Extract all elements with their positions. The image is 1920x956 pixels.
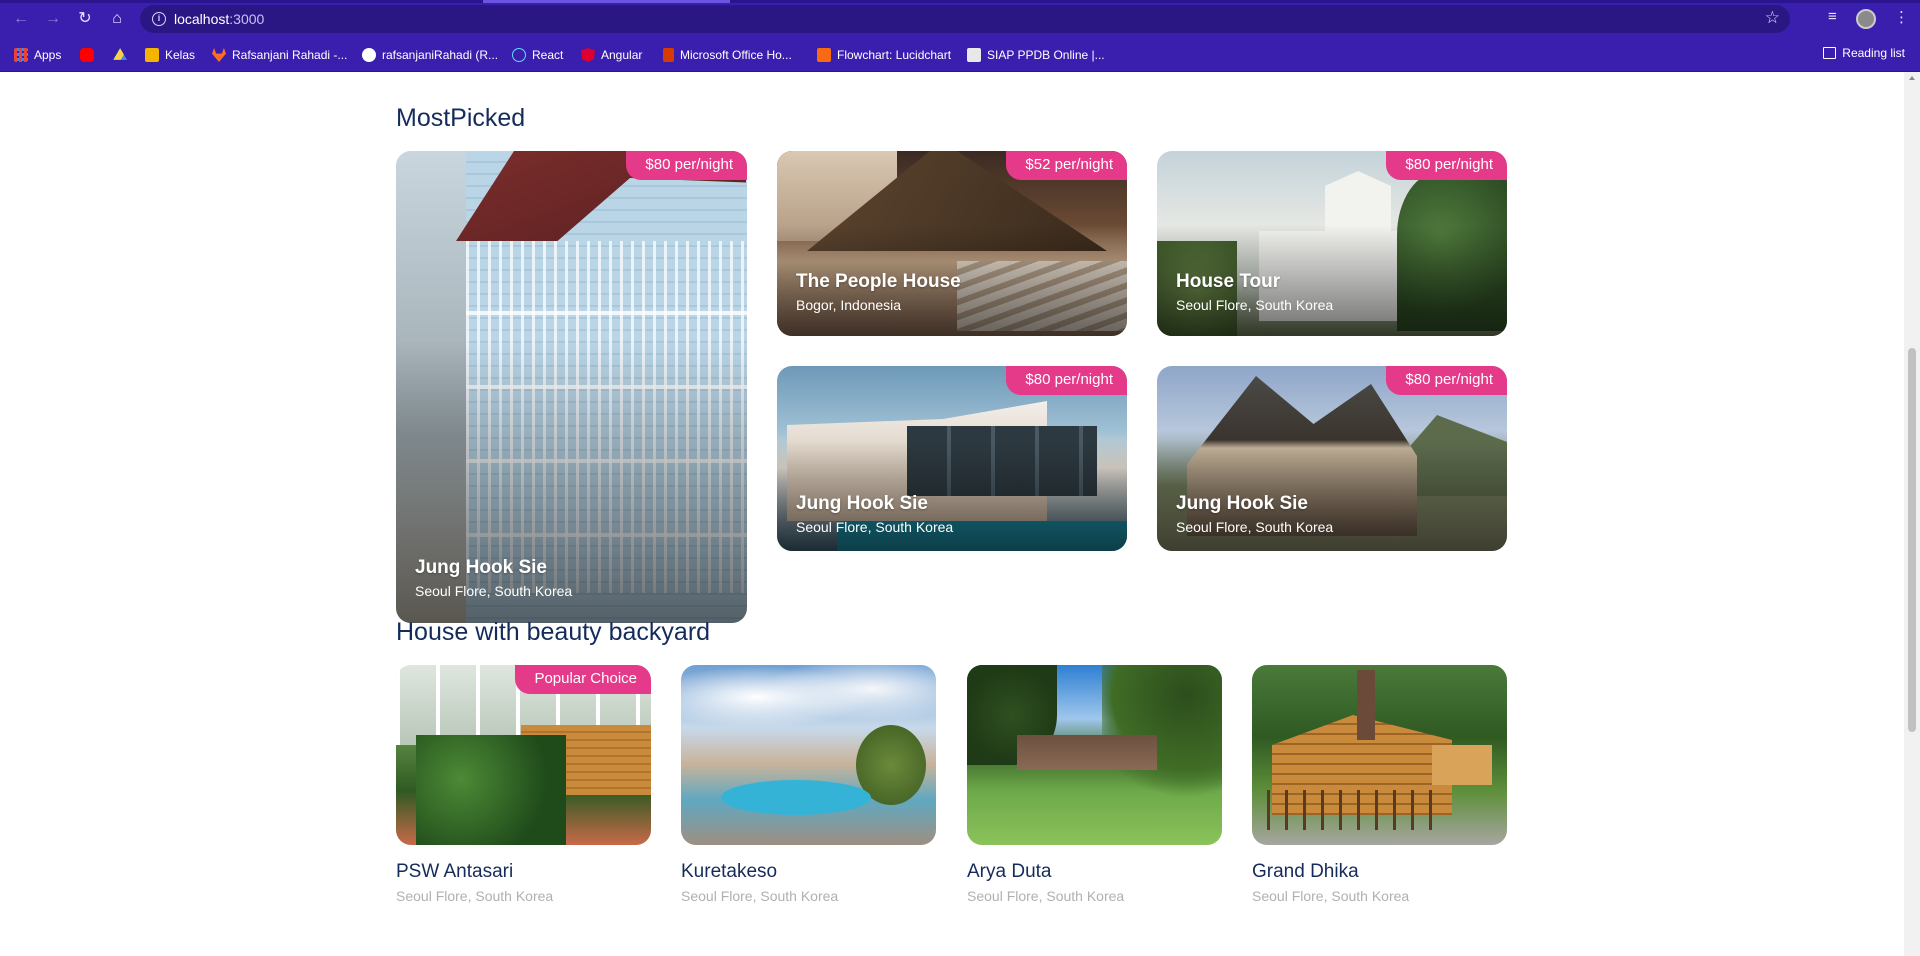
- scroll-up-icon[interactable]: [1909, 76, 1915, 80]
- house-name[interactable]: Jung Hook Sie: [415, 557, 547, 579]
- bookmark-label: Apps: [34, 48, 62, 62]
- card-image-deck: [1267, 790, 1437, 830]
- bookmark-star-icon[interactable]: ☆: [1765, 8, 1780, 28]
- url-text[interactable]: localhost:3000: [174, 11, 264, 27]
- most-picked-card-1[interactable]: $80 per/night Jung Hook Sie Seoul Flore,…: [396, 151, 747, 623]
- youtube-icon: [80, 48, 94, 62]
- house-location: Seoul Flore, South Korea: [1176, 297, 1334, 313]
- house-name[interactable]: Arya Duta: [967, 861, 1051, 883]
- bookmark-label: React: [532, 48, 564, 62]
- price-tag: $80 per/night: [1386, 151, 1507, 180]
- url-port: :3000: [229, 11, 265, 27]
- most-picked-card-5[interactable]: $80 per/night Jung Hook Sie Seoul Flore,…: [1157, 366, 1507, 551]
- lucidchart-icon: [817, 48, 831, 62]
- bookmark-label: Angular: [601, 48, 643, 62]
- bookmark-label: SIAP PPDB Online |...: [987, 48, 1105, 62]
- bookmark-apps[interactable]: Apps: [14, 46, 61, 64]
- media-controls-icon[interactable]: ≡: [1828, 8, 1837, 25]
- price-tag: $80 per/night: [1386, 366, 1507, 395]
- back-icon[interactable]: ←: [10, 8, 32, 30]
- house-location: Seoul Flore, South Korea: [967, 888, 1125, 904]
- bookmark-youtube[interactable]: [80, 46, 94, 64]
- reload-icon[interactable]: ↻: [74, 8, 96, 30]
- site-info-icon[interactable]: i: [152, 12, 166, 26]
- most-picked-title: MostPicked: [396, 104, 526, 132]
- url-host: localhost: [174, 11, 230, 27]
- bookmark-gitlab[interactable]: Rafsanjani Rahadi -...: [212, 46, 347, 64]
- house-name[interactable]: Kuretakeso: [681, 861, 777, 883]
- bookmark-label: Kelas: [165, 48, 196, 62]
- scrollbar-thumb[interactable]: [1908, 348, 1916, 732]
- backyard-card-3-image[interactable]: [967, 665, 1222, 845]
- card-image-plants: [416, 735, 566, 845]
- house-location: Seoul Flore, South Korea: [796, 519, 954, 535]
- address-bar[interactable]: i localhost:3000 ☆: [140, 5, 1790, 33]
- page-scrollbar[interactable]: [1904, 72, 1920, 956]
- bookmark-github[interactable]: rafsanjaniRahadi (R...: [362, 46, 498, 64]
- backyard-card-2-image[interactable]: [681, 665, 936, 845]
- google-drive-icon: [113, 48, 127, 60]
- classroom-icon: [145, 48, 159, 62]
- bookmark-label: Microsoft Office Ho...: [680, 48, 792, 62]
- most-picked-card-2[interactable]: $52 per/night The People House Bogor, In…: [777, 151, 1127, 336]
- apps-grid-icon: [14, 48, 28, 62]
- card-image-pool: [721, 780, 871, 815]
- backyard-card-1-image[interactable]: Popular Choice: [396, 665, 651, 845]
- image-shade: [396, 339, 747, 623]
- house-location: Seoul Flore, South Korea: [681, 888, 839, 904]
- bookmark-label: rafsanjaniRahadi (R...: [382, 48, 499, 62]
- price-tag: $80 per/night: [1006, 366, 1127, 395]
- house-name[interactable]: The People House: [796, 271, 961, 293]
- bookmark-office[interactable]: Microsoft Office Ho...: [663, 46, 792, 64]
- house-location: Seoul Flore, South Korea: [1252, 888, 1410, 904]
- office-icon: [663, 48, 674, 62]
- bookmark-siap[interactable]: SIAP PPDB Online |...: [967, 46, 1105, 64]
- bookmark-react[interactable]: React: [512, 46, 563, 64]
- house-name[interactable]: PSW Antasari: [396, 861, 513, 883]
- card-image-chimney: [1357, 670, 1375, 740]
- price-tag: $52 per/night: [1006, 151, 1127, 180]
- react-icon: [512, 48, 526, 62]
- price-tag: $80 per/night: [626, 151, 747, 180]
- gitlab-icon: [212, 48, 226, 62]
- bookmark-lucidchart[interactable]: Flowchart: Lucidchart: [817, 46, 951, 64]
- reading-list-label: Reading list: [1842, 46, 1905, 60]
- house-name[interactable]: Jung Hook Sie: [1176, 493, 1308, 515]
- house-location: Seoul Flore, South Korea: [396, 888, 554, 904]
- most-picked-card-4[interactable]: $80 per/night Jung Hook Sie Seoul Flore,…: [777, 366, 1127, 551]
- profile-avatar[interactable]: [1856, 9, 1876, 29]
- forward-icon[interactable]: →: [42, 8, 64, 30]
- browser-toolbar: ← → ↻ ⌂ i localhost:3000 ☆ ≡ ⋮: [0, 0, 1920, 38]
- home-icon[interactable]: ⌂: [106, 8, 128, 30]
- card-image-garage: [1432, 745, 1492, 785]
- bookmarks-bar: Apps Kelas Rafsanjani Rahadi -... rafsan…: [0, 38, 1920, 72]
- house-name[interactable]: House Tour: [1176, 271, 1280, 293]
- most-picked-card-3[interactable]: $80 per/night House Tour Seoul Flore, So…: [1157, 151, 1507, 336]
- backyard-title: House with beauty backyard: [396, 618, 711, 646]
- reading-list-icon: [1823, 47, 1837, 59]
- bookmark-drive[interactable]: [113, 46, 127, 64]
- angular-icon: [581, 48, 595, 62]
- siap-icon: [967, 48, 981, 62]
- github-icon: [362, 48, 376, 62]
- active-tab-indicator[interactable]: [483, 0, 730, 3]
- backyard-card-4-image[interactable]: [1252, 665, 1507, 845]
- bookmark-angular[interactable]: Angular: [581, 46, 642, 64]
- tab-strip: [0, 0, 1920, 3]
- popular-choice-badge: Popular Choice: [515, 665, 651, 694]
- reading-list-button[interactable]: Reading list: [1823, 46, 1905, 60]
- house-name[interactable]: Jung Hook Sie: [796, 493, 928, 515]
- card-image-house: [1017, 735, 1157, 770]
- bookmark-kelas[interactable]: Kelas: [145, 46, 195, 64]
- bookmark-label: Flowchart: Lucidchart: [837, 48, 952, 62]
- house-location: Bogor, Indonesia: [796, 297, 902, 313]
- page-viewport: MostPicked $80 per/night Jung Hook Sie S…: [0, 72, 1904, 956]
- house-location: Seoul Flore, South Korea: [415, 583, 573, 599]
- house-name[interactable]: Grand Dhika: [1252, 861, 1359, 883]
- bookmark-label: Rafsanjani Rahadi -...: [232, 48, 348, 62]
- house-location: Seoul Flore, South Korea: [1176, 519, 1334, 535]
- menu-kebab-icon[interactable]: ⋮: [1894, 8, 1909, 26]
